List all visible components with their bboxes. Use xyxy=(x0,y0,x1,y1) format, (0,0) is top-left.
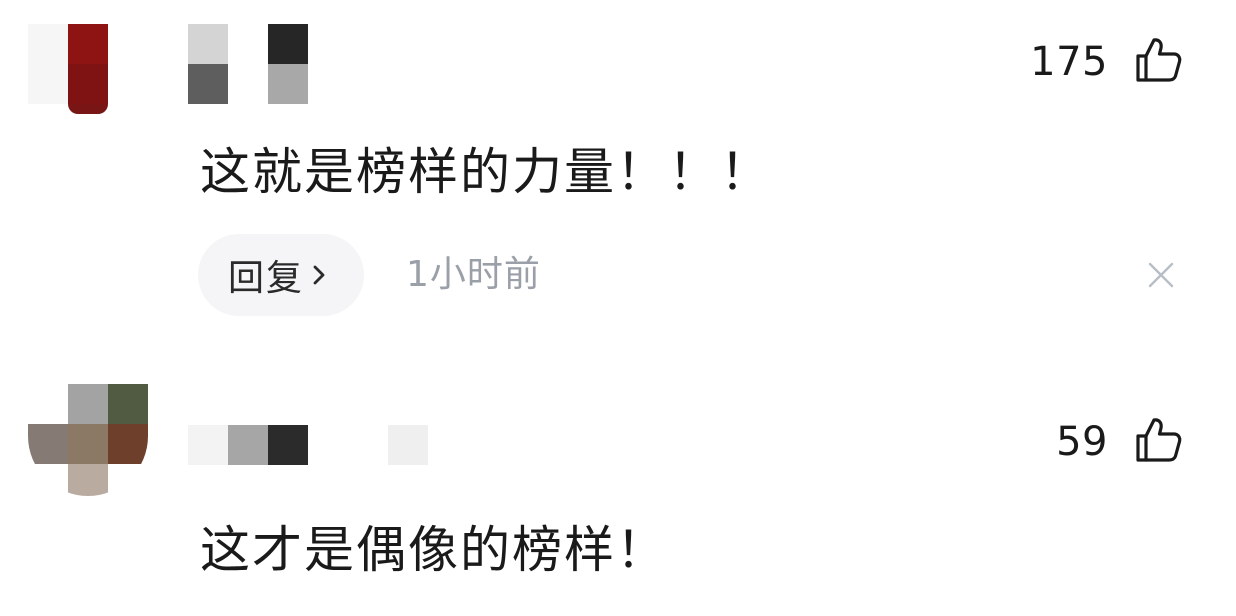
comment-text: 这就是榜样的力量！！！ xyxy=(200,143,772,201)
thumbs-up-icon[interactable] xyxy=(1132,414,1184,466)
avatar-pixel xyxy=(108,464,148,496)
comment-list: 175 这就是榜样的力量！！！ 回复 1小时前 59 这才是偶像的榜样！ xyxy=(0,0,1236,616)
avatar-pixel xyxy=(68,384,108,424)
like-count: 59 xyxy=(1056,419,1108,465)
comment-item: 175 这就是榜样的力量！！！ 回复 1小时前 xyxy=(0,0,1236,340)
comment-text: 这才是偶像的榜样！ xyxy=(200,521,668,579)
chevron-right-icon xyxy=(313,265,325,285)
avatar-pixel xyxy=(68,104,108,114)
username-pixel xyxy=(188,425,228,465)
avatar-pixel xyxy=(68,424,108,464)
avatar-pixel xyxy=(28,24,68,64)
username-pixel xyxy=(188,64,228,104)
avatar-pixel xyxy=(108,24,148,64)
reply-button[interactable]: 回复 xyxy=(198,234,364,316)
timestamp: 1小时前 xyxy=(406,254,541,295)
username-pixel xyxy=(388,425,428,465)
avatar-pixel xyxy=(108,104,148,114)
close-icon[interactable] xyxy=(1146,260,1176,290)
username-censored[interactable] xyxy=(188,24,308,104)
username-pixel xyxy=(228,64,268,104)
comment-item: 59 这才是偶像的榜样！ xyxy=(0,370,1236,616)
avatar-pixel xyxy=(28,424,68,464)
avatar-pixel xyxy=(28,64,68,104)
avatar-pixel xyxy=(108,64,148,104)
like-count: 175 xyxy=(1030,39,1108,85)
avatar[interactable] xyxy=(28,384,148,496)
username-pixel xyxy=(268,24,308,64)
username-pixel xyxy=(348,425,388,465)
avatar-pixel xyxy=(68,24,108,64)
username-pixel xyxy=(268,425,308,465)
username-pixel xyxy=(228,425,268,465)
username-pixel xyxy=(268,64,308,104)
avatar-pixel xyxy=(108,424,148,464)
avatar-pixel xyxy=(28,104,68,114)
avatar-pixel xyxy=(108,384,148,424)
avatar[interactable] xyxy=(28,24,148,114)
username-pixel xyxy=(188,24,228,64)
avatar-pixel xyxy=(28,464,68,496)
username-pixel xyxy=(308,425,348,465)
username-censored[interactable] xyxy=(188,425,428,465)
avatar-pixel xyxy=(68,464,108,496)
avatar-pixel xyxy=(68,64,108,104)
avatar-pixel xyxy=(28,384,68,424)
reply-label: 回复 xyxy=(228,258,305,299)
thumbs-up-icon[interactable] xyxy=(1132,34,1184,86)
username-pixel xyxy=(228,24,268,64)
